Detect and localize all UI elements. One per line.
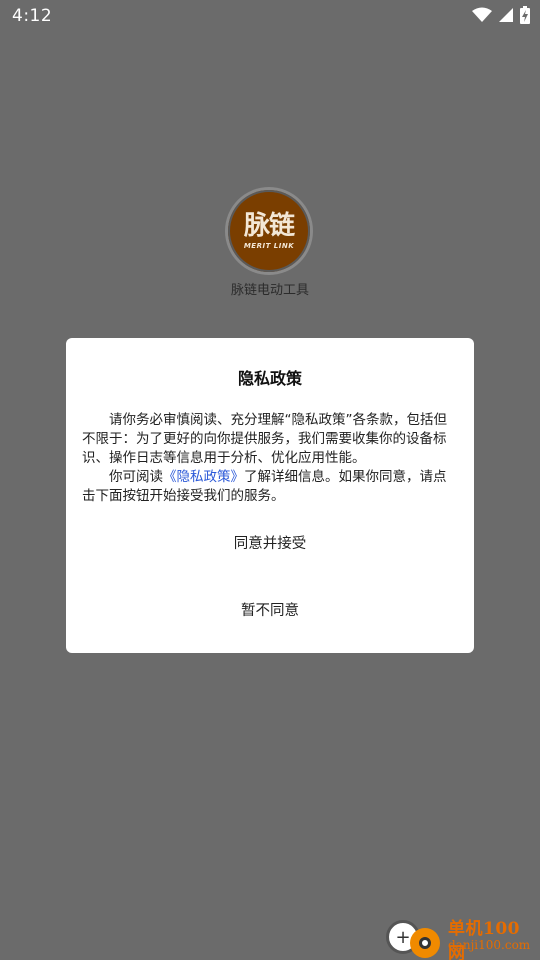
dialog-body: 请你务必审慎阅读、充分理解“隐私政策”各条款，包括但不限于：为了更好的向你提供服…: [82, 411, 458, 506]
battery-charging-icon: [520, 6, 530, 24]
decline-button[interactable]: 暂不同意: [66, 599, 474, 623]
paragraph-2-prefix: 你可阅读: [109, 469, 163, 485]
logo-text-en: MERIT LINK: [243, 242, 295, 250]
watermark-text-cn: 单机100网: [448, 919, 520, 960]
app-logo: 脉链 MERIT LINK: [228, 190, 310, 272]
wifi-icon: [472, 7, 492, 22]
status-time: 4:12: [12, 6, 53, 26]
app-name: 脉链电动工具: [230, 283, 309, 298]
agree-button[interactable]: 同意并接受: [66, 532, 474, 556]
logo-text-cn: 脉链: [243, 211, 295, 241]
watermark: + 单机100网 danji100.com: [384, 914, 536, 960]
privacy-policy-link[interactable]: 《隐私政策》: [163, 469, 244, 485]
status-icons: [472, 6, 530, 24]
status-bar: 4:12: [0, 0, 540, 32]
watermark-text-en: danji100.com: [448, 938, 531, 952]
cell-signal-icon: [499, 8, 513, 22]
watermark-eye-icon: [410, 928, 440, 958]
privacy-dialog: 隐私政策 请你务必审慎阅读、充分理解“隐私政策”各条款，包括但不限于：为了更好的…: [66, 338, 474, 653]
dialog-paragraph-1: 请你务必审慎阅读、充分理解“隐私政策”各条款，包括但不限于：为了更好的向你提供服…: [82, 412, 447, 466]
dialog-paragraph-2: 你可阅读《隐私政策》了解详细信息。如果你同意，请点击下面按钮开始接受我们的服务。: [82, 468, 458, 506]
dialog-title: 隐私政策: [237, 369, 302, 388]
